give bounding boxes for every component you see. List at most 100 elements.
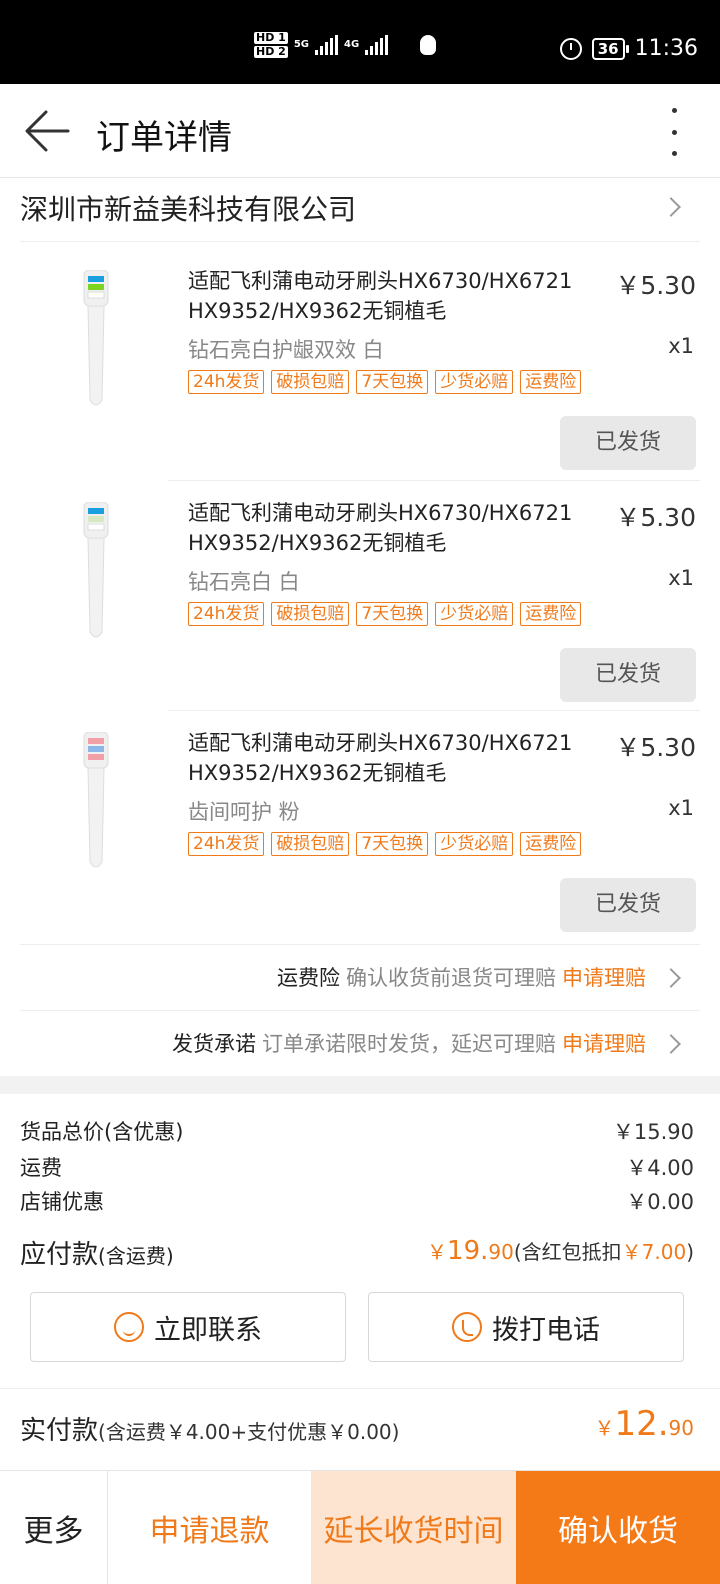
insurance-label: 运费险 bbox=[277, 966, 340, 990]
goods-total-label: 货品总价(含优惠) bbox=[20, 1120, 184, 1144]
battery-icon: 36 bbox=[591, 37, 629, 60]
chevron-right-icon bbox=[661, 197, 681, 217]
shipping-fee-row: 运费 ￥4.00 bbox=[20, 1152, 700, 1182]
shipping-fee-value: ￥4.00 bbox=[626, 1156, 694, 1180]
product-image bbox=[83, 732, 109, 868]
signal-icon-2 bbox=[365, 35, 389, 55]
contact-seller-button[interactable]: 立即联系 bbox=[30, 1292, 346, 1362]
status-time: 11:36 bbox=[634, 36, 698, 61]
tag-missing: 少货必赔 bbox=[435, 370, 514, 394]
shop-row[interactable]: 深圳市新益美科技有限公司 bbox=[20, 178, 700, 242]
item-title: 适配飞利蒲电动牙刷头HX6730/HX6721 HX9352/HX9362无铜植… bbox=[188, 501, 573, 555]
page-title: 订单详情 bbox=[96, 118, 232, 158]
battery-level: 36 bbox=[597, 39, 619, 58]
shipped-status-button[interactable]: 已发货 bbox=[560, 648, 696, 702]
tag-missing: 少货必赔 bbox=[435, 602, 514, 626]
bristle-mid bbox=[88, 746, 104, 752]
payable-int: 19. bbox=[447, 1236, 489, 1266]
actual-paid-label-text: 实付款 bbox=[20, 1416, 99, 1446]
more-button[interactable]: 更多 bbox=[0, 1471, 108, 1584]
net1-label: 5G bbox=[293, 39, 309, 50]
actual-paid-label: 实付款(含运费￥4.00+支付优惠￥0.00) bbox=[20, 1410, 399, 1447]
service-tags: 24h发货 破损包赔 7天包换 少货必赔 运费险 bbox=[188, 602, 582, 626]
payable-currency: ￥ bbox=[427, 1240, 448, 1264]
phone-icon bbox=[452, 1312, 482, 1342]
tag-24h: 24h发货 bbox=[188, 832, 265, 856]
status-right: 36 11:36 bbox=[559, 36, 698, 61]
refund-button[interactable]: 申请退款 bbox=[108, 1471, 311, 1584]
shipping-fee-label: 运费 bbox=[20, 1156, 62, 1180]
tag-damage: 破损包赔 bbox=[271, 602, 350, 626]
promise-label: 发货承诺 bbox=[172, 1032, 256, 1056]
tag-24h: 24h发货 bbox=[188, 602, 265, 626]
tag-damage: 破损包赔 bbox=[271, 832, 350, 856]
item-price: ￥5.30 bbox=[615, 503, 696, 532]
extend-receipt-button[interactable]: 延长收货时间 bbox=[311, 1471, 516, 1584]
order-item[interactable]: 适配飞利蒲电动牙刷头HX6730/HX6721 HX9352/HX9362无铜植… bbox=[20, 710, 700, 942]
actual-dec: 90 bbox=[668, 1416, 694, 1440]
chevron-right-icon bbox=[661, 968, 681, 988]
payable-dec: 90 bbox=[488, 1240, 514, 1264]
section-gap bbox=[0, 1076, 720, 1094]
tag-7day: 7天包换 bbox=[356, 370, 429, 394]
item-spec: 钻石亮白 白 bbox=[188, 570, 300, 594]
call-phone-button[interactable]: 拨打电话 bbox=[368, 1292, 684, 1362]
item-qty: x1 bbox=[668, 334, 694, 358]
bristle-top bbox=[88, 276, 104, 282]
hd-indicator: HD 1 HD 2 bbox=[254, 32, 288, 58]
service-tags: 24h发货 破损包赔 7天包换 少货必赔 运费险 bbox=[188, 832, 582, 856]
tag-freight: 运费险 bbox=[520, 602, 582, 626]
payable-row: 应付款(含运费) ￥19.90(含红包抵扣￥7.00) bbox=[20, 1234, 700, 1274]
promise-claim-link[interactable]: 申请理赔 bbox=[562, 1032, 646, 1056]
shop-name: 深圳市新益美科技有限公司 bbox=[20, 193, 357, 226]
item-spec: 齿间呵护 粉 bbox=[188, 800, 300, 824]
shop-discount-value: ￥0.00 bbox=[626, 1190, 694, 1214]
tag-missing: 少货必赔 bbox=[435, 832, 514, 856]
item-qty: x1 bbox=[668, 566, 694, 590]
tag-7day: 7天包换 bbox=[356, 602, 429, 626]
payable-label-text: 应付款 bbox=[20, 1240, 99, 1270]
shipping-promise-row[interactable]: 发货承诺 订单承诺限时发货，延迟可理赔 申请理赔 bbox=[20, 1010, 700, 1076]
tag-freight: 运费险 bbox=[520, 370, 582, 394]
bristle-mid bbox=[88, 284, 104, 290]
freight-insurance-row[interactable]: 运费险 确认收货前退货可理赔 申请理赔 bbox=[20, 944, 700, 1010]
bristle-mid bbox=[88, 516, 104, 522]
call-phone-label: 拨打电话 bbox=[492, 1314, 600, 1346]
payable-close: ) bbox=[686, 1240, 694, 1264]
service-tags: 24h发货 破损包赔 7天包换 少货必赔 运费险 bbox=[188, 370, 582, 394]
item-spec: 钻石亮白护龈双效 白 bbox=[188, 338, 384, 362]
alarm-icon bbox=[559, 37, 582, 60]
more-options-icon[interactable] bbox=[668, 108, 680, 156]
order-item[interactable]: 适配飞利蒲电动牙刷头HX6730/HX6721 HX9352/HX9362无铜植… bbox=[20, 480, 700, 712]
divider bbox=[0, 1388, 720, 1389]
payable-value: ￥19.90(含红包抵扣￥7.00) bbox=[427, 1236, 694, 1266]
item-divider bbox=[168, 480, 700, 481]
tag-damage: 破损包赔 bbox=[271, 370, 350, 394]
confirm-receipt-button[interactable]: 确认收货 bbox=[516, 1471, 720, 1584]
status-bar: HD 1 HD 2 5G 4G 36 11:36 bbox=[0, 0, 720, 84]
bristle-top bbox=[88, 508, 104, 514]
signal-icon bbox=[315, 35, 338, 55]
shipped-status-button[interactable]: 已发货 bbox=[560, 416, 696, 470]
actual-currency: ￥ bbox=[594, 1416, 615, 1440]
contact-seller-label: 立即联系 bbox=[154, 1314, 262, 1346]
tag-freight: 运费险 bbox=[520, 832, 582, 856]
back-arrow-icon[interactable] bbox=[24, 108, 70, 154]
actual-paid-note: (含运费￥4.00+支付优惠￥0.00) bbox=[98, 1420, 400, 1444]
item-price: ￥5.30 bbox=[615, 733, 696, 762]
bottom-action-bar: 更多 申请退款 延长收货时间 确认收货 bbox=[0, 1470, 720, 1584]
payable-extra: (含红包抵扣 bbox=[513, 1240, 622, 1264]
goods-total-row: 货品总价(含优惠) ￥15.90 bbox=[20, 1116, 700, 1146]
insurance-desc: 确认收货前退货可理赔 bbox=[346, 966, 556, 990]
status-left: HD 1 HD 2 5G 4G bbox=[254, 32, 437, 58]
bristle-top bbox=[88, 738, 104, 744]
insurance-claim-link[interactable]: 申请理赔 bbox=[562, 966, 646, 990]
order-item[interactable]: 适配飞利蒲电动牙刷头HX6730/HX6721 HX9352/HX9362无铜植… bbox=[20, 248, 700, 480]
item-price: ￥5.30 bbox=[615, 271, 696, 300]
shop-discount-row: 店铺优惠 ￥0.00 bbox=[20, 1186, 700, 1216]
tag-24h: 24h发货 bbox=[188, 370, 265, 394]
shipped-status-button[interactable]: 已发货 bbox=[560, 878, 696, 932]
product-image bbox=[83, 270, 109, 406]
item-divider bbox=[168, 710, 700, 711]
goods-total-value: ￥15.90 bbox=[612, 1120, 694, 1144]
